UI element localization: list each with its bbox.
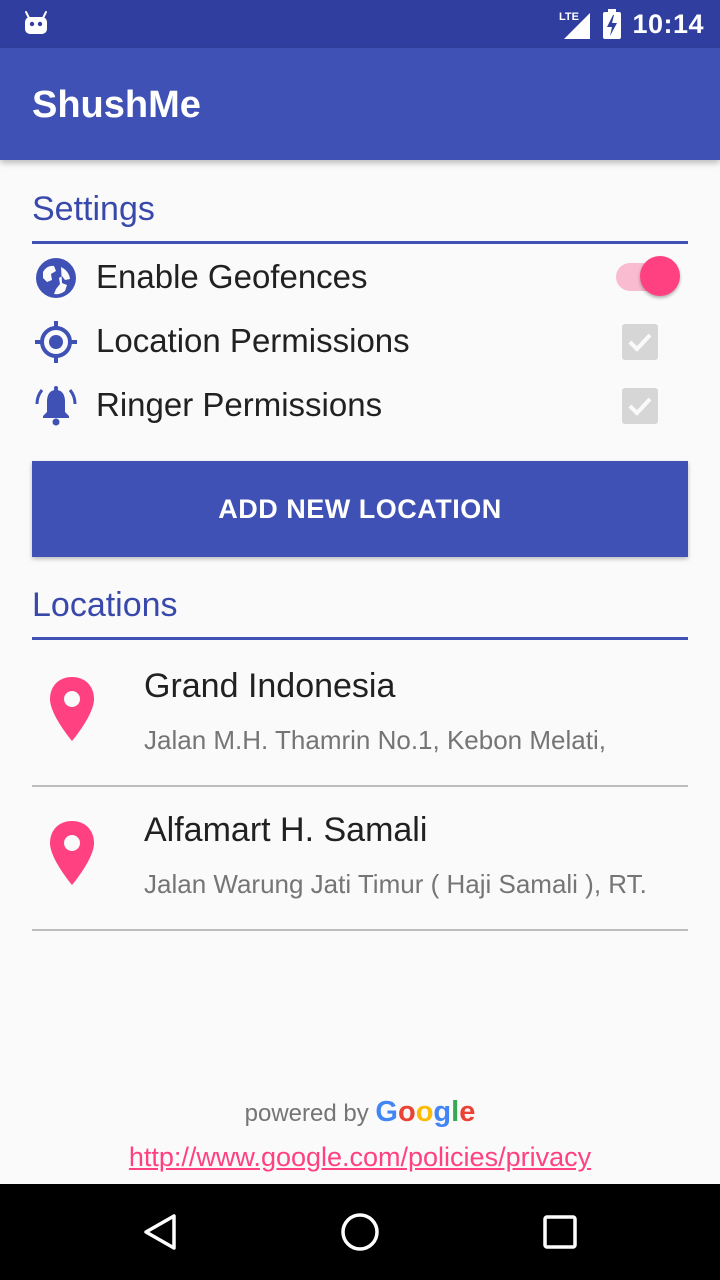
setting-label: Ringer Permissions xyxy=(96,386,383,423)
powered-by-text: powered by xyxy=(244,1100,369,1127)
check-icon xyxy=(628,397,652,416)
signal-icon: LTE xyxy=(559,11,591,39)
switch-thumb xyxy=(640,256,680,296)
location-permissions-checkbox[interactable] xyxy=(622,324,658,360)
setting-ringer-permissions: Ringer Permissions xyxy=(32,376,688,440)
status-bar: LTE 10:14 xyxy=(0,0,720,48)
setting-location-permissions: Location Permissions xyxy=(32,312,688,376)
powered-by-google: powered by Google xyxy=(0,1096,720,1129)
ringer-bell-icon xyxy=(35,386,77,426)
settings-header: Settings xyxy=(32,190,155,228)
back-icon[interactable] xyxy=(136,1208,184,1256)
google-logo: Google xyxy=(375,1096,476,1128)
settings-divider xyxy=(32,241,688,244)
home-icon[interactable] xyxy=(336,1208,384,1256)
place-pin-icon xyxy=(50,677,94,741)
ringer-permissions-checkbox[interactable] xyxy=(622,388,658,424)
location-address: Jalan M.H. Thamrin No.1, Kebon Melati, xyxy=(144,725,606,755)
globe-icon xyxy=(36,258,76,298)
enable-geofences-switch[interactable] xyxy=(616,256,680,296)
navigation-bar xyxy=(0,1184,720,1280)
list-item[interactable]: Grand Indonesia Jalan M.H. Thamrin No.1,… xyxy=(32,641,688,787)
location-name: Grand Indonesia xyxy=(144,667,396,705)
place-pin-icon xyxy=(50,821,94,885)
locations-divider xyxy=(32,637,688,640)
android-icon xyxy=(25,11,47,34)
setting-label: Enable Geofences xyxy=(96,258,368,295)
check-icon xyxy=(628,333,652,352)
app-title: ShushMe xyxy=(32,84,201,126)
setting-label: Location Permissions xyxy=(96,322,410,359)
battery-charging-icon xyxy=(603,9,622,39)
app-bar: ShushMe xyxy=(0,48,720,160)
list-item[interactable]: Alfamart H. Samali Jalan Warung Jati Tim… xyxy=(32,785,688,931)
location-name: Alfamart H. Samali xyxy=(144,811,428,849)
my-location-icon xyxy=(35,321,77,363)
status-time: 10:14 xyxy=(632,8,704,39)
location-address: Jalan Warung Jati Timur ( Haji Samali ),… xyxy=(144,869,647,899)
network-type: LTE xyxy=(559,11,579,23)
setting-enable-geofences: Enable Geofences xyxy=(32,248,688,312)
privacy-policy-link[interactable]: http://www.google.com/policies/privacy xyxy=(0,1142,720,1173)
locations-header: Locations xyxy=(32,586,178,624)
recents-icon[interactable] xyxy=(536,1208,584,1256)
add-new-location-button[interactable]: ADD NEW LOCATION xyxy=(32,461,688,557)
